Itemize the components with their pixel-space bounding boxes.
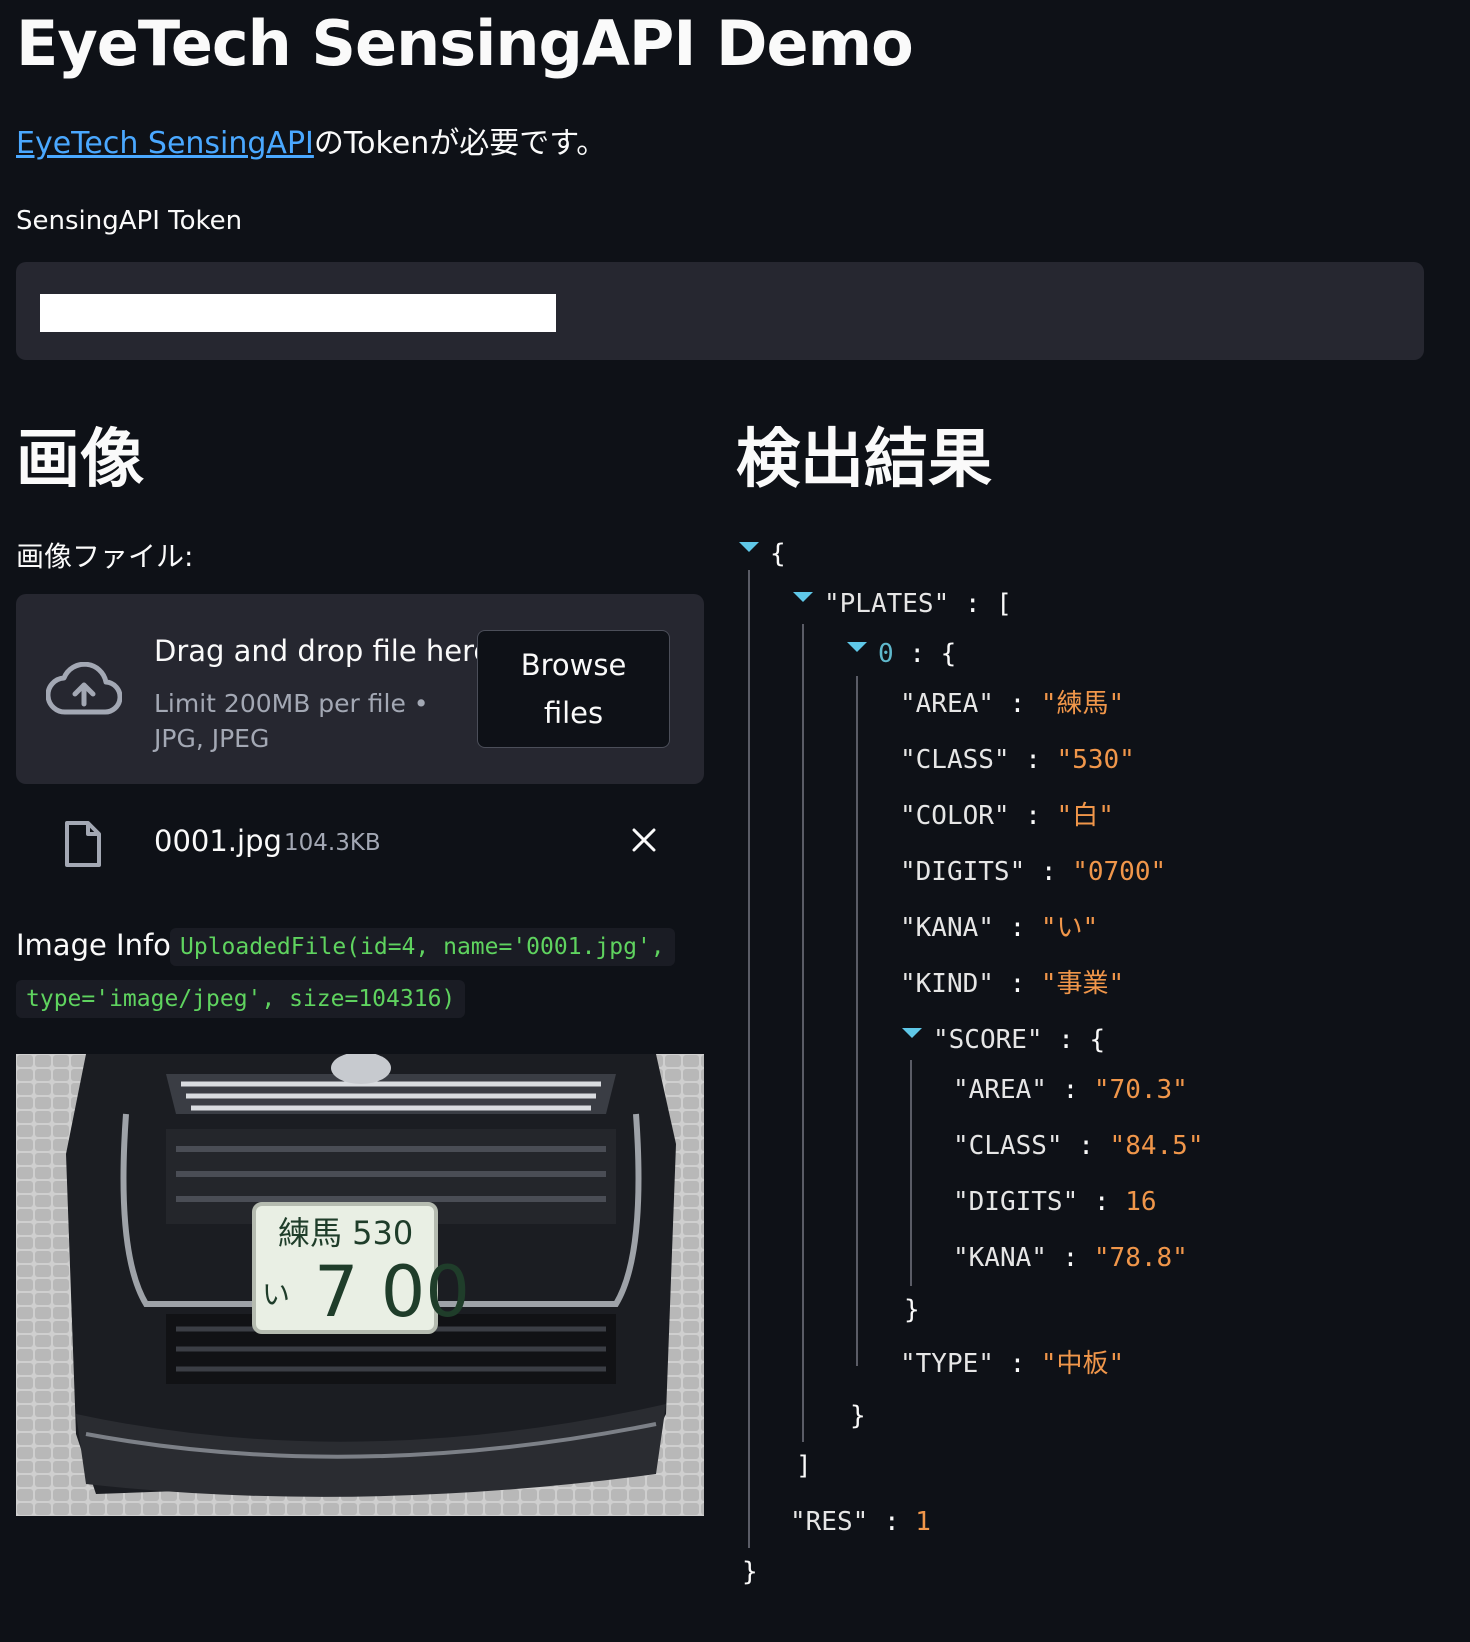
json-close-plates: ] bbox=[796, 1451, 812, 1481]
image-info-code-line2: type='image/jpeg', size=104316) bbox=[16, 980, 466, 1018]
plate-kana-text: い bbox=[262, 1278, 290, 1311]
cloud-upload-icon bbox=[46, 662, 122, 715]
json-close-score: } bbox=[904, 1295, 920, 1325]
token-input[interactable] bbox=[40, 294, 556, 332]
json-row-score: "SCORE" : { bbox=[933, 1025, 1106, 1055]
json-row-class: "CLASS" : "530" bbox=[900, 745, 1135, 775]
close-icon bbox=[632, 828, 656, 852]
json-row-type: "TYPE" : "中板" bbox=[900, 1349, 1125, 1379]
json-row-res: "RES" : 1 bbox=[790, 1507, 931, 1537]
json-guide-score bbox=[910, 1060, 912, 1286]
uploaded-file-row: 0001.jpg 104.3KB bbox=[16, 806, 704, 880]
json-guide-plates bbox=[802, 624, 804, 1442]
json-row-score-area: "AREA" : "70.3" bbox=[953, 1075, 1188, 1105]
image-info-label: Image Info: bbox=[16, 928, 181, 962]
dropzone-limit: Limit 200MB per file • JPG, JPEG bbox=[154, 689, 429, 753]
result-heading: 検出結果 bbox=[736, 423, 992, 497]
json-row-kana: "KANA" : "い" bbox=[900, 913, 1099, 943]
uploaded-file-name: 0001.jpg bbox=[154, 824, 282, 858]
image-heading: 画像 bbox=[16, 423, 144, 497]
page-title: EyeTech SensingAPI Demo bbox=[16, 7, 914, 80]
uploaded-car-image: 練馬 530 い 7 00 bbox=[16, 1054, 704, 1516]
dropzone-title: Drag and drop file here bbox=[154, 634, 492, 668]
collapse-toggle-plates[interactable] bbox=[793, 592, 813, 602]
browse-files-button[interactable]: Browse files bbox=[477, 630, 670, 748]
json-row-score-digits: "DIGITS" : 16 bbox=[953, 1187, 1157, 1217]
json-close-item0: } bbox=[850, 1401, 866, 1431]
token-field bbox=[16, 262, 1424, 360]
json-close-root: } bbox=[742, 1557, 758, 1587]
intro-rest: のTokenが必要です。 bbox=[313, 126, 607, 161]
json-row-kind: "KIND" : "事業" bbox=[900, 969, 1125, 999]
uploaded-file-size: 104.3KB bbox=[284, 830, 381, 856]
image-info-code-line1: UploadedFile(id=4, name='0001.jpg', bbox=[170, 928, 675, 966]
browse-label-line1: Browse bbox=[520, 648, 627, 682]
browse-label-line2: files bbox=[543, 696, 604, 730]
json-guide-item0 bbox=[856, 676, 858, 1366]
json-guide-root bbox=[748, 570, 750, 1548]
plate-digits-text: 7 00 bbox=[314, 1251, 470, 1333]
sensingapi-link[interactable]: EyeTech SensingAPI bbox=[16, 126, 314, 161]
json-row-plates: "PLATES" : [ bbox=[824, 589, 1012, 619]
json-row-area: "AREA" : "練馬" bbox=[900, 689, 1125, 719]
json-row-digits: "DIGITS" : "0700" bbox=[900, 857, 1167, 887]
token-label: SensingAPI Token bbox=[16, 206, 243, 236]
intro-text: EyeTech SensingAPIのTokenが必要です。 bbox=[16, 122, 606, 166]
file-dropzone[interactable]: Drag and drop file here Limit 200MB per … bbox=[16, 594, 704, 784]
image-file-label: 画像ファイル: bbox=[16, 540, 194, 573]
json-row-color: "COLOR" : "白" bbox=[900, 801, 1114, 831]
json-row-index0: 0 : { bbox=[878, 639, 957, 669]
json-row-score-kana: "KANA" : "78.8" bbox=[953, 1243, 1188, 1273]
file-icon bbox=[65, 821, 101, 867]
collapse-toggle-score[interactable] bbox=[902, 1028, 922, 1038]
plate-top-text: 練馬 530 bbox=[278, 1214, 413, 1252]
collapse-toggle-item0[interactable] bbox=[847, 642, 867, 652]
collapse-toggle-root[interactable] bbox=[739, 542, 759, 552]
json-row-score-class: "CLASS" : "84.5" bbox=[953, 1131, 1204, 1161]
json-open-brace: { bbox=[770, 539, 786, 569]
remove-file-button[interactable] bbox=[628, 824, 660, 856]
